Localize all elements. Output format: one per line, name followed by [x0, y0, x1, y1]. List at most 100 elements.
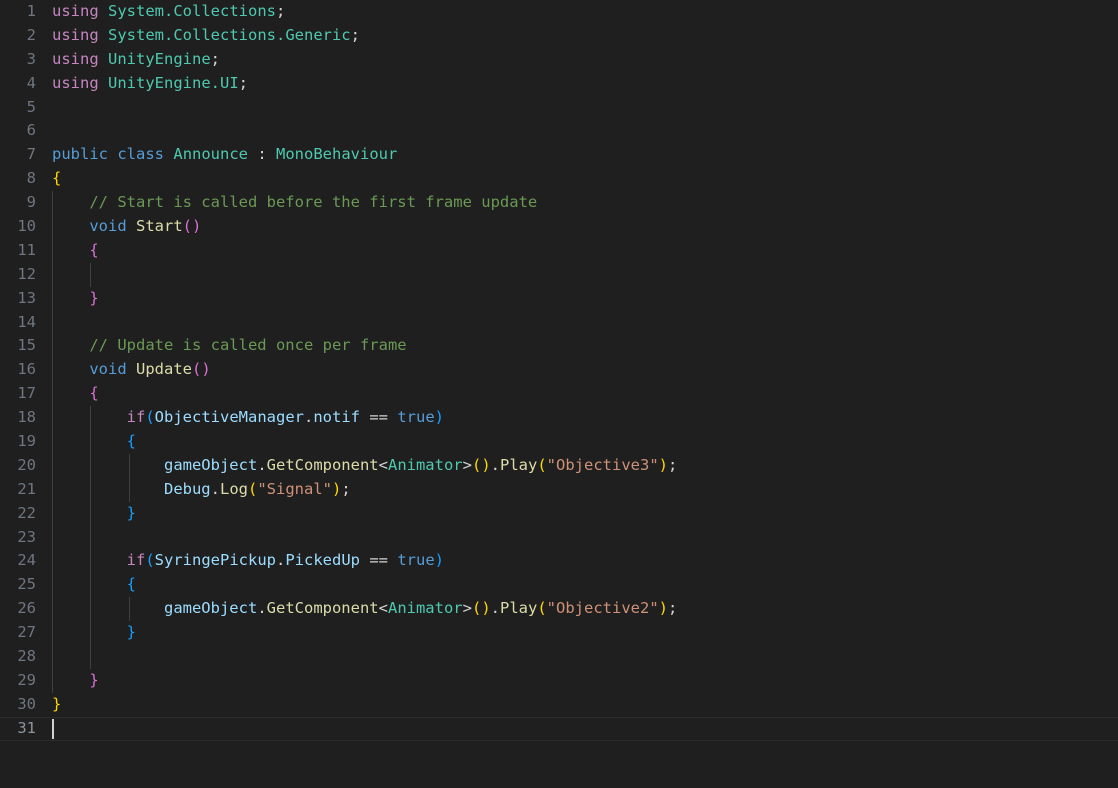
code-lines-container[interactable]: 1 using System.Collections; 2 using System.…	[0, 0, 1118, 741]
code-editor[interactable]: 1 using System.Collections; 2 using System.…	[0, 0, 1118, 788]
code-line[interactable]: 16 void Update()	[0, 358, 1118, 383]
code-line[interactable]: 8{	[0, 167, 1118, 191]
code-token: void	[89, 217, 127, 236]
code-line[interactable]: 15 // Update is called once per frame	[0, 334, 1118, 359]
code-token: ;	[350, 25, 360, 44]
indent-guide	[52, 477, 53, 502]
code-line-text[interactable]	[46, 525, 1118, 550]
code-line-text[interactable]: }	[46, 668, 1118, 693]
code-line[interactable]: 26 gameObject.GetComponent<Animator>().P…	[0, 597, 1118, 622]
indent-guide	[90, 645, 92, 669]
code-line-text[interactable]: }	[46, 286, 1118, 311]
code-line-text[interactable]: void Update()	[46, 358, 1118, 383]
code-line[interactable]: 5	[0, 96, 1118, 120]
code-line-text[interactable]: {	[46, 430, 1118, 454]
code-line[interactable]: 23	[0, 525, 1118, 550]
code-line[interactable]: 19 {	[0, 430, 1118, 454]
code-line[interactable]: 11 {	[0, 238, 1118, 263]
code-line-text[interactable]: }	[46, 621, 1118, 646]
code-line[interactable]: 4 using UnityEngine.UI;	[0, 72, 1118, 96]
code-token: public	[52, 145, 108, 164]
code-line[interactable]: 3 using UnityEngine;	[0, 48, 1118, 72]
code-line[interactable]: 27 }	[0, 621, 1118, 646]
code-line[interactable]: 12	[0, 262, 1118, 287]
line-number: 28	[17, 647, 36, 666]
code-line-text[interactable]: void Start()	[46, 215, 1118, 239]
code-line[interactable]: 21 Debug.Log("Signal");	[0, 477, 1118, 502]
code-line[interactable]: 30}	[0, 693, 1118, 717]
line-number: 20	[17, 455, 36, 474]
code-line-text[interactable]: }	[46, 501, 1118, 526]
code-line[interactable]: 25 {	[0, 573, 1118, 598]
code-line-text[interactable]: }	[46, 693, 1118, 717]
code-line[interactable]: 14	[0, 310, 1118, 335]
code-token: Animator	[387, 455, 463, 474]
code-line-text[interactable]	[46, 96, 1118, 120]
line-number: 16	[17, 360, 36, 379]
code-line-text[interactable]: using System.Collections.Generic;	[46, 24, 1118, 48]
code-token: UnityEngine	[108, 49, 211, 68]
code-line-text[interactable]	[46, 645, 1118, 669]
code-line-text[interactable]: public class Announce : MonoBehaviour	[46, 143, 1118, 167]
code-line[interactable]: 22 }	[0, 501, 1118, 526]
code-line-text[interactable]: // Start is called before the first fram…	[46, 191, 1118, 216]
indent-guide	[52, 645, 53, 669]
indent-guide	[52, 358, 53, 383]
indent-guide	[52, 430, 53, 454]
line-number: 30	[17, 694, 36, 713]
code-line[interactable]: 20 gameObject.GetComponent<Animator>().P…	[0, 453, 1118, 478]
code-token: ==	[360, 551, 398, 570]
code-line-text[interactable]: {	[46, 382, 1118, 407]
code-token: Log	[220, 479, 248, 498]
indent-guide	[90, 621, 92, 646]
code-line[interactable]: 6	[0, 119, 1118, 143]
code-token: UnityEngine.UI	[108, 73, 239, 92]
code-line-current[interactable]: 31	[0, 716, 1118, 741]
code-token: {	[89, 240, 99, 259]
indent-guide	[90, 430, 92, 454]
code-token: )	[332, 479, 342, 498]
line-number: 11	[17, 240, 36, 259]
code-line[interactable]: 17 {	[0, 382, 1118, 407]
code-line[interactable]: 9 // Start is called before the first fr…	[0, 191, 1118, 216]
code-line-text[interactable]: if(ObjectiveManager.notif == true)	[46, 406, 1118, 431]
indent-guide	[52, 501, 53, 526]
code-token: Announce	[173, 145, 249, 164]
code-line[interactable]: 2 using System.Collections.Generic;	[0, 24, 1118, 48]
code-line-text[interactable]: {	[46, 238, 1118, 263]
code-line-text[interactable]: if(SyringePickup.PickedUp == true)	[46, 549, 1118, 574]
code-line[interactable]: 1 using System.Collections;	[0, 0, 1118, 24]
code-token: ;	[210, 49, 221, 68]
code-line[interactable]: 18 if(ObjectiveManager.notif == true)	[0, 406, 1118, 431]
code-line-text[interactable]: gameObject.GetComponent<Animator>().Play…	[46, 597, 1118, 622]
line-number: 7	[26, 145, 36, 164]
code-line[interactable]: 28	[0, 645, 1118, 669]
code-token: {	[126, 432, 136, 451]
code-line-text[interactable]: using UnityEngine.UI;	[46, 72, 1118, 96]
code-line-text[interactable]: using System.Collections;	[46, 0, 1118, 24]
code-line-text[interactable]	[46, 310, 1118, 335]
code-line-text[interactable]: // Update is called once per frame	[46, 334, 1118, 359]
code-line-text[interactable]	[46, 119, 1118, 143]
indent-guide	[52, 262, 53, 287]
code-line[interactable]: 29 }	[0, 668, 1118, 693]
code-token: (	[145, 408, 155, 427]
code-line-text[interactable]: gameObject.GetComponent<Animator>().Play…	[46, 453, 1118, 478]
code-line[interactable]: 13 }	[0, 286, 1118, 311]
code-line-text[interactable]	[46, 717, 1118, 741]
code-line[interactable]: 24 if(SyringePickup.PickedUp == true)	[0, 549, 1118, 574]
code-line-text[interactable]: using UnityEngine;	[46, 48, 1118, 72]
code-line-text[interactable]: {	[46, 167, 1118, 191]
code-line[interactable]: 7 public class Announce : MonoBehaviour	[0, 143, 1118, 167]
line-number: 15	[17, 336, 36, 355]
code-line-text[interactable]: Debug.Log("Signal");	[46, 477, 1118, 502]
code-line-text[interactable]: {	[46, 573, 1118, 598]
code-line[interactable]: 10 void Start()	[0, 215, 1118, 239]
code-line-text[interactable]	[46, 262, 1118, 287]
